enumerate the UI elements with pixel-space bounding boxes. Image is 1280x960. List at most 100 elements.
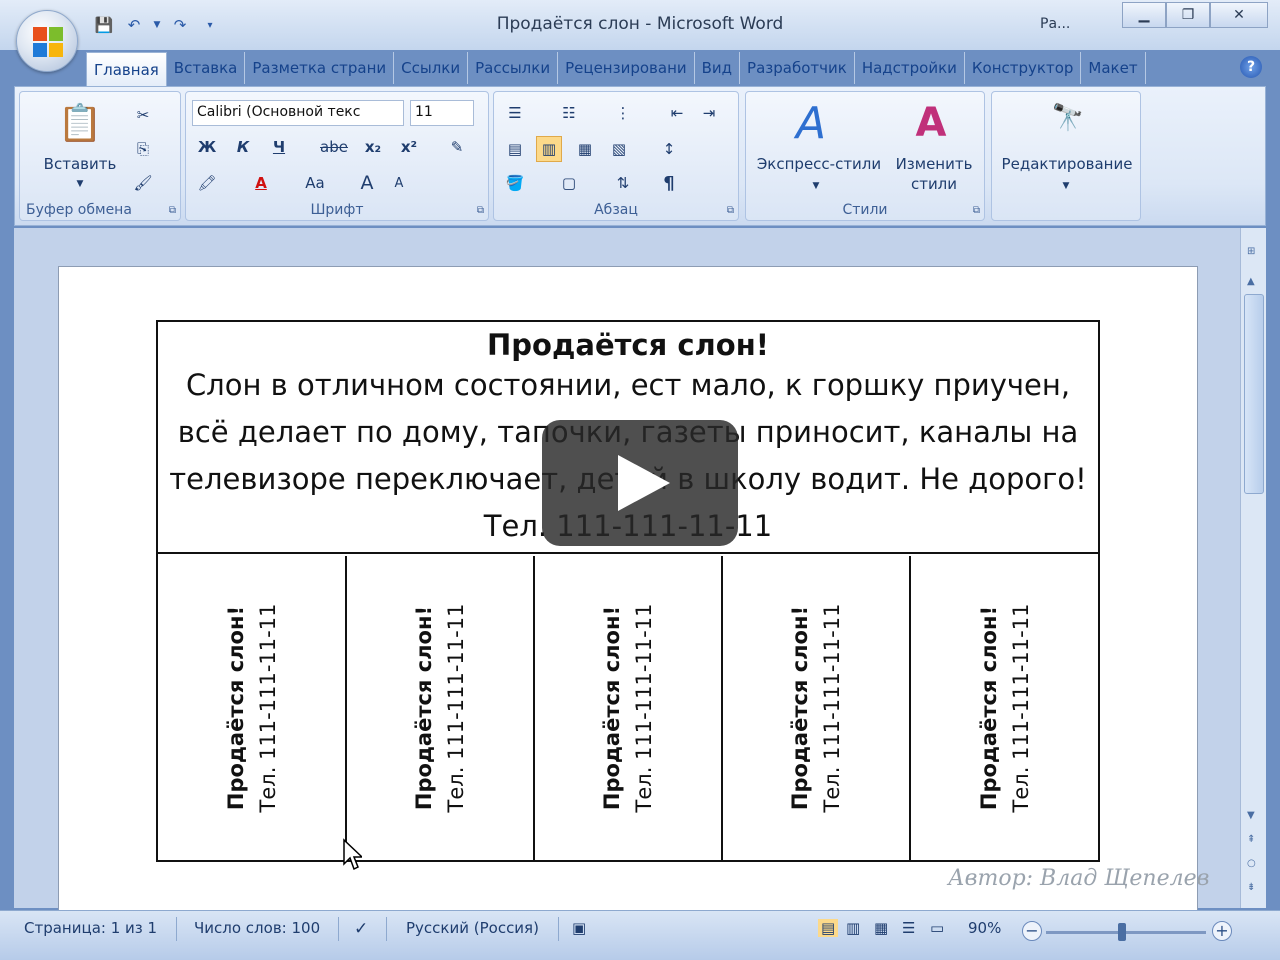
word-count[interactable]: Число слов: 100 (194, 919, 320, 937)
clipboard-launcher-icon[interactable]: ⧉ (169, 205, 176, 216)
paragraph-launcher-icon[interactable]: ⧉ (727, 205, 734, 216)
close-button[interactable]: ✕ (1210, 2, 1268, 28)
vertical-scrollbar[interactable]: ⊞ ▲ ▼ ⇞ ○ ⇟ (1240, 228, 1266, 908)
clear-formatting-icon[interactable]: ✎ (444, 134, 470, 160)
clipboard-group: 📋 Вставить ▼ ✂ ⎘ 🖌 Буфер обмена ⧉ (19, 91, 181, 221)
font-name-select[interactable]: Calibri (Основной текс (192, 100, 404, 126)
quick-styles-button[interactable]: Экспресс-стили (750, 154, 888, 174)
quick-styles-dropdown-icon[interactable]: ▼ (810, 176, 822, 196)
line-spacing-icon[interactable]: ↕ (656, 136, 682, 162)
spelling-check-icon[interactable]: ✓ (354, 919, 368, 939)
view-print-layout-icon[interactable]: ▤ (818, 919, 839, 937)
paste-icon[interactable]: 📋 (58, 100, 103, 146)
sort-icon[interactable]: ⇅ (610, 170, 636, 196)
tear-off-text: Продаётся слон! Тел. 111-111-11-11 (973, 578, 1037, 838)
borders-icon[interactable]: ▢ (556, 170, 582, 196)
binoculars-icon[interactable]: 🔭 (1048, 98, 1088, 138)
numbering-icon[interactable]: ☷ (556, 100, 582, 126)
justify-icon[interactable]: ▧ (606, 136, 632, 162)
tab-8[interactable]: Надстройки (855, 52, 965, 84)
scrollbar-thumb[interactable] (1244, 294, 1264, 494)
zoom-slider-knob[interactable] (1118, 923, 1126, 941)
macro-record-icon[interactable]: ▣ (572, 919, 586, 937)
highlight-icon[interactable]: 🖍 (194, 170, 220, 196)
zoom-level[interactable]: 90% (968, 919, 1001, 937)
customize-qat-icon[interactable]: ▾ (198, 14, 222, 36)
paste-dropdown-icon[interactable]: ▼ (72, 174, 88, 194)
font-color-icon[interactable]: A (248, 170, 274, 196)
tear-off-cell[interactable]: Продаётся слон! Тел. 111-111-11-11 (534, 556, 723, 860)
tear-off-cell[interactable]: Продаётся слон! Тел. 111-111-11-11 (158, 556, 347, 860)
shading-icon[interactable]: 🪣 (502, 170, 528, 196)
italic-button[interactable]: К (230, 134, 256, 160)
zoom-slider[interactable] (1046, 931, 1206, 934)
paste-button[interactable]: Вставить (38, 154, 122, 174)
superscript-button[interactable]: x² (396, 134, 422, 160)
tab-5[interactable]: Рецензировани (558, 52, 695, 84)
change-styles-icon[interactable]: A (906, 98, 956, 148)
help-icon[interactable]: ? (1240, 56, 1262, 78)
decrease-indent-icon[interactable]: ⇤ (664, 100, 690, 126)
tab-3[interactable]: Ссылки (394, 52, 469, 84)
font-size-select[interactable]: 11 (410, 100, 474, 126)
shrink-font-button[interactable]: A (386, 170, 412, 196)
tear-off-cell[interactable]: Продаётся слон! Тел. 111-111-11-11 (910, 556, 1099, 860)
restore-button[interactable]: ❐ (1166, 2, 1210, 28)
flyer-table[interactable]: Продаётся слон! Слон в отличном состояни… (156, 320, 1100, 862)
browse-object-icon[interactable]: ○ (1247, 858, 1256, 869)
view-draft-icon[interactable]: ▭ (930, 919, 944, 937)
multilevel-list-icon[interactable]: ⋮ (610, 100, 636, 126)
cut-icon[interactable]: ✂ (130, 102, 156, 128)
scroll-down-icon[interactable]: ▼ (1247, 810, 1255, 821)
styles-launcher-icon[interactable]: ⧉ (973, 205, 980, 216)
view-full-screen-icon[interactable]: ▥ (846, 919, 860, 937)
tab-2[interactable]: Разметка страни (245, 52, 395, 84)
bold-button[interactable]: Ж (194, 134, 220, 160)
save-icon[interactable]: 💾 (92, 14, 116, 36)
tab-6[interactable]: Вид (695, 52, 741, 84)
tab-4[interactable]: Рассылки (468, 52, 559, 84)
ruler-toggle-icon[interactable]: ⊞ (1247, 246, 1255, 257)
tab-0[interactable]: Главная (86, 52, 167, 86)
undo-dropdown-icon[interactable]: ▼ (152, 14, 162, 36)
grow-font-button[interactable]: A (354, 170, 380, 196)
language-indicator[interactable]: Русский (Россия) (406, 919, 539, 937)
align-right-icon[interactable]: ▦ (572, 136, 598, 162)
view-web-icon[interactable]: ▦ (874, 919, 888, 937)
office-button[interactable] (16, 10, 78, 72)
bullets-icon[interactable]: ☰ (502, 100, 528, 126)
align-center-icon[interactable]: ▥ (536, 136, 562, 162)
tab-7[interactable]: Разработчик (740, 52, 855, 84)
undo-icon[interactable]: ↶ (122, 14, 146, 36)
change-case-button[interactable]: Aa (298, 170, 332, 196)
next-page-icon[interactable]: ⇟ (1247, 882, 1255, 893)
zoom-out-button[interactable]: − (1022, 921, 1042, 941)
increase-indent-icon[interactable]: ⇥ (696, 100, 722, 126)
minimize-button[interactable]: ▁ (1122, 2, 1166, 28)
quick-styles-icon[interactable]: A (786, 98, 836, 149)
show-formatting-button[interactable]: ¶ (656, 170, 682, 196)
strikethrough-button[interactable]: abe (316, 134, 352, 160)
font-launcher-icon[interactable]: ⧉ (477, 205, 484, 216)
editing-button[interactable]: Редактирование (994, 154, 1140, 174)
zoom-in-button[interactable]: + (1212, 921, 1232, 941)
format-painter-icon[interactable]: 🖌 (130, 170, 156, 196)
video-play-button[interactable] (542, 420, 738, 546)
tab-10[interactable]: Макет (1081, 52, 1146, 84)
redo-icon[interactable]: ↷ (168, 14, 192, 36)
view-outline-icon[interactable]: ☰ (902, 919, 915, 937)
copy-icon[interactable]: ⎘ (130, 136, 156, 162)
tab-9[interactable]: Конструктор (965, 52, 1082, 84)
underline-button[interactable]: Ч (266, 134, 292, 160)
previous-page-icon[interactable]: ⇞ (1247, 834, 1255, 845)
page-count[interactable]: Страница: 1 из 1 (24, 919, 157, 937)
editing-dropdown-icon[interactable]: ▼ (1060, 176, 1072, 196)
tab-1[interactable]: Вставка (167, 52, 246, 84)
tear-off-cell[interactable]: Продаётся слон! Тел. 111-111-11-11 (346, 556, 535, 860)
align-left-icon[interactable]: ▤ (502, 136, 528, 162)
scroll-up-icon[interactable]: ▲ (1247, 276, 1255, 287)
change-styles-button[interactable]: Изменить стили (890, 154, 978, 194)
tear-off-title: Продаётся слон! (599, 605, 624, 811)
tear-off-cell[interactable]: Продаётся слон! Тел. 111-111-11-11 (722, 556, 911, 860)
subscript-button[interactable]: x₂ (360, 134, 386, 160)
